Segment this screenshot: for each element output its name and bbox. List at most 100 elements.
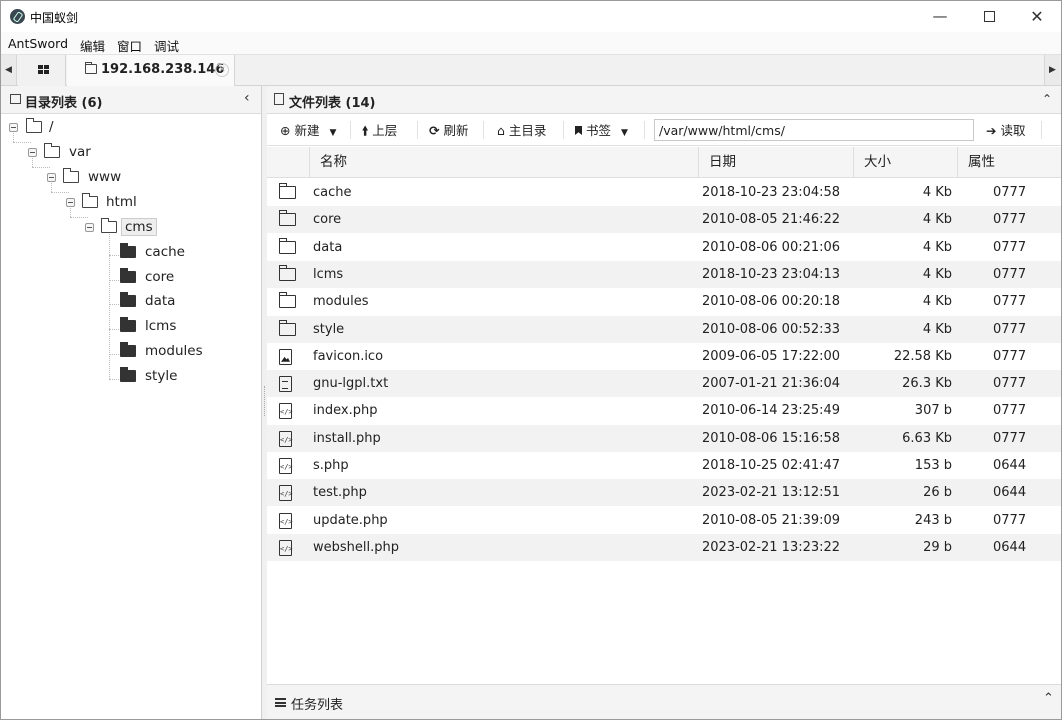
path-input[interactable] — [654, 119, 974, 141]
tree-node-modules[interactable]: modules — [1, 341, 203, 363]
home-icon: ⌂ — [497, 123, 505, 138]
code-file-icon — [279, 458, 293, 475]
folder-icon — [10, 94, 21, 104]
column-header-size[interactable]: 大小 — [853, 147, 957, 178]
file-size: 4 Kb — [922, 266, 952, 282]
collapse-toggle-icon[interactable] — [85, 223, 94, 232]
file-panel-header: 文件列表 (14) ⌃ — [267, 86, 1061, 114]
file-row[interactable]: lcms 2018-10-23 23:04:13 4 Kb 0777 — [267, 260, 1061, 288]
file-attr: 0777 — [993, 403, 1027, 419]
code-file-icon — [279, 430, 293, 448]
file-row[interactable]: core 2010-08-05 21:46:22 4 Kb 0777 — [267, 206, 1061, 234]
collapse-toggle-icon[interactable] — [66, 198, 75, 207]
file-row[interactable]: test.php 2023-02-21 13:12:51 26 b 0644 — [267, 479, 1061, 507]
file-date: 2010-08-06 00:20:18 — [702, 294, 841, 310]
file-row[interactable]: index.php 2010-06-14 23:25:49 307 b 0777 — [267, 397, 1061, 424]
file-date: 2010-06-14 23:25:49 — [702, 403, 841, 419]
tree-node-root[interactable]: / — [1, 117, 201, 139]
file-row[interactable]: gnu-lgpl.txt 2007-01-21 21:36:04 26.3 Kb 07… — [267, 370, 1061, 398]
tree-node-label: lcms — [145, 318, 177, 334]
collapse-up-icon[interactable]: ⌃ — [1042, 92, 1052, 106]
file-row[interactable]: install.php 2010-08-06 15:16:58 6.63 Kb 077… — [267, 424, 1061, 452]
antsword-logo-icon — [10, 9, 25, 24]
file-date: 2018-10-25 02:41:47 — [702, 458, 841, 473]
file-row[interactable]: favicon.ico 2009-06-05 17:22:00 22.58 Kb 07… — [267, 343, 1061, 370]
bookmark-button[interactable]: 书签 ▼ — [575, 120, 628, 140]
file-size: 153 b — [914, 458, 952, 473]
bookmark-label: 书签 — [585, 123, 611, 138]
tree-node-var[interactable]: var — [1, 142, 201, 164]
caret-down-icon: ▼ — [620, 128, 628, 138]
file-row[interactable]: webshell.php 2023-02-21 13:23:22 29 b 0644 — [267, 533, 1061, 561]
file-date: 2010-08-05 21:46:22 — [702, 212, 841, 228]
folder-icon — [279, 183, 296, 200]
file-row[interactable]: cache 2018-10-23 23:04:58 4 Kb 0777 — [267, 179, 1061, 206]
tree-node-data[interactable]: data — [1, 291, 201, 313]
folder-icon — [85, 62, 97, 74]
collapse-toggle-icon[interactable] — [47, 173, 56, 182]
folder-icon — [82, 193, 98, 208]
file-panel: 文件列表 (14) ⌃ ⊕ 新建 ▼ 🠙 上层 ⟳ 刷新 ⌂ 主目录 书签 ▼ … — [267, 86, 1061, 719]
tree-node-label: style — [145, 368, 178, 384]
tree-node-label: modules — [145, 343, 203, 359]
tree-node-cache[interactable]: cache — [1, 242, 201, 264]
file-row[interactable]: style 2010-08-06 00:52:33 4 Kb 0777 — [267, 315, 1061, 343]
file-row[interactable]: s.php 2018-10-25 02:41:47 153 b 0644 — [267, 452, 1061, 479]
minimize-button[interactable]: — — [916, 1, 964, 32]
file-size: 26 b — [923, 485, 952, 501]
tree-node-core[interactable]: core — [1, 267, 201, 289]
task-panel-title: 任务列表 — [291, 698, 344, 713]
close-button[interactable]: ✕ — [1013, 1, 1061, 32]
file-toolbar: ⊕ 新建 ▼ 🠙 上层 ⟳ 刷新 ⌂ 主目录 书签 ▼ /var/www/htm… — [267, 114, 1061, 146]
new-button[interactable]: ⊕ 新建 ▼ — [280, 120, 336, 140]
tree-node-label: www — [88, 169, 122, 185]
file-row[interactable]: data 2010-08-06 00:21:06 4 Kb 0777 — [267, 234, 1061, 261]
file-name: style — [313, 321, 345, 337]
collapse-left-icon[interactable]: ‹ — [244, 90, 250, 106]
file-name: lcms — [313, 266, 344, 282]
file-row[interactable]: modules 2010-08-06 00:20:18 4 Kb 0777 — [267, 288, 1061, 315]
collapse-toggle-icon[interactable] — [9, 123, 18, 132]
tab-scroll-left-button[interactable]: ◀ — [1, 55, 17, 85]
new-button-label: 新建 — [294, 123, 320, 138]
file-name: webshell.php — [313, 539, 399, 555]
tab-home[interactable] — [18, 55, 66, 86]
tree-node-lcms[interactable]: lcms — [1, 316, 201, 338]
tree-node-style[interactable]: style — [1, 366, 201, 388]
refresh-button[interactable]: ⟳ 刷新 — [429, 120, 468, 140]
expand-up-icon[interactable]: ⌃ — [1043, 691, 1054, 706]
image-file-icon — [279, 348, 292, 365]
tab-scroll-right-button[interactable]: ▶ — [1044, 55, 1060, 85]
tree-node-html[interactable]: html — [1, 192, 201, 214]
file-attr: 0777 — [993, 266, 1027, 282]
file-attr: 0777 — [993, 376, 1027, 392]
home-dir-button[interactable]: ⌂ 主目录 — [497, 120, 546, 140]
folder-icon — [120, 268, 136, 283]
folder-icon — [101, 218, 117, 233]
column-header-attr[interactable]: 属性 — [957, 147, 1061, 178]
file-name: s.php — [313, 458, 349, 473]
column-header-name[interactable]: 名称 — [309, 147, 698, 178]
folder-icon — [279, 210, 296, 227]
file-name: gnu-lgpl.txt — [313, 376, 389, 392]
tree-node-label: / — [49, 119, 54, 135]
file-row[interactable]: update.php 2010-08-05 21:39:09 243 b 0777 — [267, 507, 1061, 534]
collapse-toggle-icon[interactable] — [28, 148, 37, 157]
up-level-button[interactable]: 🠙 上层 — [362, 120, 397, 140]
folder-icon — [279, 264, 296, 282]
file-date: 2018-10-23 23:04:13 — [702, 266, 841, 282]
tab-close-icon[interactable]: ✕ — [215, 63, 229, 77]
column-header-date[interactable]: 日期 — [698, 147, 853, 178]
tree-node-cms[interactable]: cms — [1, 217, 201, 239]
maximize-button[interactable] — [965, 1, 1013, 32]
tab-shell-session[interactable]: 192.168.238.146 ✕ — [67, 55, 235, 86]
folder-icon — [279, 319, 296, 337]
menu-antsword[interactable]: AntSword — [8, 36, 68, 51]
menu-bar: AntSword 编辑 窗口 调试 — [1, 32, 1061, 55]
read-button[interactable]: ➔ 读取 — [986, 120, 1025, 140]
menu-window[interactable]: 窗口 — [117, 36, 142, 55]
tree-node-www[interactable]: www — [1, 167, 201, 189]
menu-debug[interactable]: 调试 — [154, 36, 179, 55]
menu-edit[interactable]: 编辑 — [80, 36, 105, 55]
code-file-icon — [279, 539, 293, 557]
